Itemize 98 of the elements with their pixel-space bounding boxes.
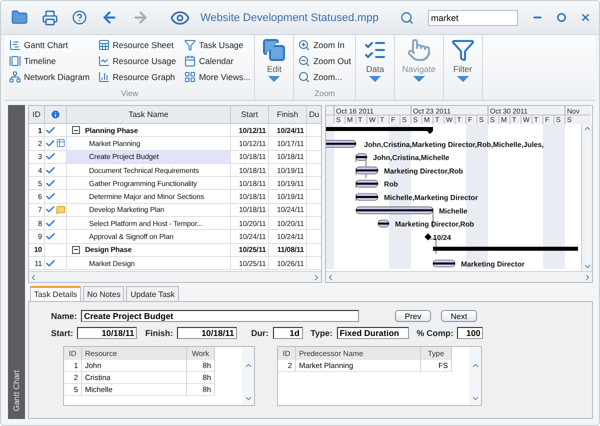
vertical-scrollbar[interactable] [469, 347, 481, 405]
caret-icon [369, 76, 382, 82]
check-icon [45, 231, 56, 242]
close-icon[interactable] [580, 12, 591, 23]
vertical-scrollbar[interactable] [581, 124, 592, 271]
percent-complete-field[interactable]: 100 [457, 327, 484, 339]
field-label: % Comp: [416, 328, 454, 338]
view-button[interactable]: Resource Usage [98, 54, 176, 68]
task-bar[interactable] [326, 140, 356, 148]
group-label: Zoom [313, 89, 336, 98]
detail-tab[interactable]: Task Details [30, 286, 82, 301]
check-icon [45, 138, 56, 149]
check-icon [45, 151, 56, 162]
zoom-button[interactable]: Zoom Out [298, 54, 352, 68]
detail-tab[interactable]: No Notes [83, 286, 124, 301]
timeline-icon [9, 55, 21, 67]
check-icon [45, 191, 56, 202]
vertical-scrollbar[interactable] [242, 347, 254, 405]
collapse-icon[interactable] [72, 246, 80, 254]
folder-icon[interactable] [11, 9, 28, 26]
view-button[interactable]: Task Usage [184, 38, 250, 52]
collapse-icon[interactable] [72, 126, 80, 134]
next-button[interactable]: Next [440, 310, 477, 322]
horizontal-scrollbar[interactable] [29, 271, 321, 282]
printer-icon[interactable] [42, 10, 58, 26]
grid-icon [184, 71, 196, 83]
check-icon [45, 164, 56, 176]
field-label: Dur: [251, 328, 269, 338]
sheet-icon [98, 39, 110, 51]
zoom-in-icon [298, 39, 310, 51]
view-button[interactable]: Timeline [9, 54, 90, 68]
view-button[interactable]: Calendar [184, 54, 250, 68]
caret-icon [456, 76, 469, 82]
calendar-icon [184, 55, 196, 67]
column-header[interactable]: Start [231, 106, 269, 124]
field-label: Finish: [145, 328, 174, 338]
line-chart-icon [98, 55, 110, 67]
field-label: Name: [51, 311, 77, 321]
milestone-marker[interactable] [424, 233, 432, 240]
view-button[interactable]: Gantt Chart [9, 38, 90, 52]
help-icon[interactable] [72, 10, 87, 25]
view-button[interactable]: Resource Sheet [98, 38, 176, 52]
finish-field[interactable]: 10/18/11 [177, 327, 238, 339]
restore-icon[interactable] [557, 13, 566, 22]
gantt-icon [9, 39, 21, 51]
field-label: Start: [51, 328, 74, 338]
task-bar[interactable] [378, 220, 390, 228]
note-icon [56, 204, 66, 215]
ribbon-button[interactable]: Data [360, 38, 390, 82]
check-icon [45, 204, 56, 216]
task-bar[interactable] [356, 153, 368, 161]
check-icon [45, 124, 56, 136]
info-icon[interactable] [50, 109, 61, 120]
duration-field[interactable]: 1d [272, 327, 303, 339]
side-tab[interactable]: Gantt Chart [8, 105, 25, 419]
start-field[interactable]: 10/18/11 [77, 327, 138, 339]
view-button[interactable]: Resource Graph [98, 70, 176, 84]
caret-icon [412, 76, 425, 82]
zoom-button[interactable]: Zoom... [298, 70, 352, 84]
window-title: Website Development Statused.mpp [200, 12, 379, 24]
task-bar[interactable] [432, 260, 456, 268]
connector-line [432, 208, 434, 228]
bar-chart-icon [98, 71, 110, 83]
funnel-icon [450, 38, 475, 62]
copy-icon [262, 38, 286, 62]
column-header[interactable]: ID [29, 106, 45, 124]
horizontal-scrollbar[interactable] [326, 271, 592, 282]
funnel-icon [184, 39, 196, 51]
check-icon [45, 218, 56, 229]
group-label: View [120, 89, 140, 98]
column-header[interactable]: Finish [269, 106, 307, 124]
caret-icon [268, 76, 280, 82]
name-field[interactable]: Create Project Budget [80, 310, 359, 322]
detail-tab[interactable]: Update Task [126, 286, 179, 301]
check-icon [45, 178, 56, 189]
ribbon-button[interactable]: Filter [448, 38, 478, 82]
task-bar[interactable] [356, 166, 378, 174]
table-icon [56, 138, 66, 148]
prev-button[interactable]: Prev [394, 310, 431, 322]
zoom-button[interactable]: Zoom In [298, 38, 352, 52]
view-button[interactable]: Network Diagram [9, 70, 90, 84]
type-field[interactable]: Fixed Duration [336, 327, 409, 339]
field-label: Type: [310, 328, 333, 338]
task-bar[interactable] [356, 180, 378, 188]
hand-pointer-icon [406, 38, 431, 62]
network-icon [9, 71, 21, 83]
task-bar[interactable] [356, 193, 378, 201]
column-header[interactable]: Task Name [67, 106, 231, 124]
task-bar[interactable] [356, 206, 434, 214]
check-icon [45, 258, 56, 269]
summary-bar[interactable] [326, 127, 433, 134]
column-header[interactable]: Du [307, 106, 321, 124]
search-icon[interactable] [400, 10, 414, 24]
search-icon [298, 71, 310, 83]
view-button[interactable]: More Views... [184, 70, 250, 84]
zoom-out-icon [298, 55, 310, 67]
edit-button[interactable]: Edit [259, 38, 290, 82]
search-field[interactable]: market [428, 10, 518, 26]
